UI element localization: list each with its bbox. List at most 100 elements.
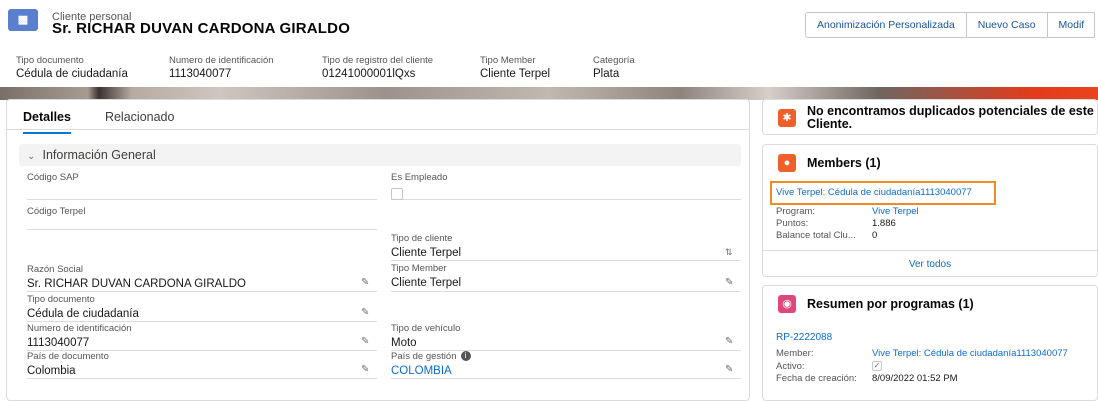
field-label: Razón Social <box>27 264 83 275</box>
field-label: Código Terpel <box>27 206 86 217</box>
programas-record-link[interactable]: RP-2222088 <box>776 332 832 343</box>
field-tipo-member: Tipo Member Cliente Terpel ✎ <box>391 263 741 292</box>
programas-row-member: Member: Vive Terpel: Cédula de ciudadanía… <box>776 348 1068 360</box>
pais-gestion-label: País de gestión <box>391 351 457 362</box>
pencil-edit-icon[interactable]: ✎ <box>361 365 371 375</box>
field-value: 1113040077 <box>27 337 90 349</box>
record-header: ▩ Cliente personal Sr. RICHAR DUVAN CARD… <box>0 0 1098 93</box>
kv-value: 0 <box>872 230 878 241</box>
duplicate-alert-icon: ✱ <box>778 109 796 127</box>
programas-icon: ◉ <box>778 295 796 313</box>
members-title: Members (1) <box>807 156 881 170</box>
pencil-edit-icon[interactable]: ✎ <box>361 278 371 288</box>
highlight-tipo-registro: Tipo de registro del cliente 01241000001… <box>322 55 480 81</box>
field-value: Cédula de ciudadanía <box>27 308 139 320</box>
field-label: Tipo de cliente <box>391 233 453 244</box>
field-codigo-sap: Código SAP <box>27 172 377 200</box>
highlight-value: 1113040077 <box>169 68 232 80</box>
field-numero-identificacion: Numero de identificación 1113040077 ✎ <box>27 323 377 351</box>
section-title: Información General <box>42 148 156 162</box>
field-value: Colombia <box>27 365 76 377</box>
kv-value: 8/09/2022 01:52 PM <box>872 373 958 384</box>
kv-key: Program: <box>776 206 816 217</box>
members-icon: ● <box>778 154 796 172</box>
field-razon-social: Razón Social Sr. RICHAR DUVAN CARDONA GI… <box>27 264 377 292</box>
kv-key: Activo: <box>776 361 805 372</box>
program-link[interactable]: Vive Terpel <box>872 206 919 217</box>
highlight-tipo-documento: Tipo documento Cédula de ciudadanía <box>16 55 169 81</box>
highlight-value: 01241000001lQxs <box>322 68 416 80</box>
field-value: Sr. RICHAR DUVAN CARDONA GIRALDO <box>27 278 246 290</box>
field-value: Moto <box>391 337 417 349</box>
info-icon[interactable]: i <box>460 351 471 362</box>
tab-relacionado[interactable]: Relacionado <box>105 110 175 134</box>
field-pais-documento: País de documento Colombia ✎ <box>27 351 377 379</box>
highlight-value: Cédula de ciudadanía <box>16 68 128 80</box>
section-header-informacion-general[interactable]: ⌄ Información General <box>19 144 741 166</box>
duplicates-card: ✱ No encontramos duplicados potenciales … <box>762 99 1098 135</box>
highlight-numero-identificacion: Numero de identificación 1113040077 <box>169 55 322 81</box>
details-card: Detalles Relacionado ⌄ Información Gener… <box>6 99 750 401</box>
members-row-balance: Balance total Clu... 0 <box>776 230 877 242</box>
programas-row-fecha: Fecha de creación: 8/09/2022 01:52 PM <box>776 373 958 385</box>
es-empleado-checkbox <box>391 188 403 200</box>
field-label: Tipo documento <box>27 294 95 305</box>
tab-detalles[interactable]: Detalles <box>23 110 71 134</box>
highlight-label: Categoría <box>593 55 635 66</box>
chevron-down-icon: ⌄ <box>27 151 36 162</box>
duplicates-message: No encontramos duplicados potenciales de… <box>807 104 1094 131</box>
pencil-edit-icon[interactable]: ✎ <box>725 278 735 288</box>
highlight-tipo-member: Tipo Member Cliente Terpel <box>480 55 593 81</box>
pencil-edit-icon[interactable]: ✎ <box>361 337 371 347</box>
kv-key: Puntos: <box>776 218 809 229</box>
programas-record: RP-2222088 <box>776 332 832 344</box>
record-title: Sr. RICHAR DUVAN CARDONA GIRALDO <box>52 20 351 37</box>
highlight-value: Plata <box>593 68 620 80</box>
highlight-label: Tipo documento <box>16 55 84 66</box>
field-label: Código SAP <box>27 172 79 183</box>
programas-title: Resumen por programas (1) <box>807 297 974 311</box>
field-value: Cliente Terpel <box>391 277 462 289</box>
programas-row-activo: Activo: ✓ <box>776 361 882 373</box>
pencil-edit-icon[interactable]: ✎ <box>725 365 735 375</box>
person-account-icon: ▩ <box>8 9 38 31</box>
kv-value: 1.886 <box>872 218 896 229</box>
field-tipo-documento: Tipo documento Cédula de ciudadanía ✎ <box>27 294 377 322</box>
activo-checkbox: ✓ <box>872 361 882 372</box>
action-buttons: Anonimización Personalizada Nuevo Caso M… <box>805 12 1095 38</box>
field-label: Tipo de vehículo <box>391 323 461 334</box>
members-record-link[interactable]: Vive Terpel: Cédula de ciudadanía1113040… <box>770 181 996 205</box>
modificar-button[interactable]: Modif <box>1046 12 1095 38</box>
tab-divider <box>7 129 749 130</box>
field-tipo-vehiculo: Tipo de vehículo Moto ✎ <box>391 323 741 351</box>
pais-gestion-link[interactable]: COLOMBIA <box>391 364 741 379</box>
field-label: País de documento <box>27 351 109 362</box>
field-label: Es Empleado <box>391 172 448 183</box>
highlight-value: Cliente Terpel <box>480 68 551 80</box>
pencil-edit-icon[interactable]: ✎ <box>361 308 371 318</box>
nuevo-caso-button[interactable]: Nuevo Caso <box>965 12 1048 38</box>
kv-key: Member: <box>776 348 814 359</box>
field-value: Cliente Terpel <box>391 247 462 259</box>
highlight-label: Tipo Member <box>480 55 536 66</box>
refresh-lock-icon: ⇅ <box>725 247 733 257</box>
kv-key: Fecha de creación: <box>776 373 857 384</box>
field-codigo-terpel: Código Terpel <box>27 206 377 230</box>
field-tipo-cliente: Tipo de cliente Cliente Terpel ⇅ <box>391 233 741 261</box>
highlight-label: Numero de identificación <box>169 55 274 66</box>
field-es-empleado: Es Empleado <box>391 172 741 200</box>
members-row-puntos: Puntos: 1.886 <box>776 218 896 230</box>
highlight-categoria: Categoría Plata <box>593 55 693 81</box>
field-label: Tipo Member <box>391 263 447 274</box>
ver-todos-link[interactable]: Ver todos <box>762 250 1098 277</box>
field-label: País de gestión i <box>391 351 741 363</box>
kv-key: Balance total Clu... <box>776 230 856 241</box>
pencil-edit-icon[interactable]: ✎ <box>725 337 735 347</box>
field-pais-gestion: País de gestión i COLOMBIA ✎ <box>391 351 741 379</box>
member-link[interactable]: Vive Terpel: Cédula de ciudadanía1113040… <box>872 348 1068 359</box>
highlight-label: Tipo de registro del cliente <box>322 55 434 66</box>
tab-bar: Detalles Relacionado <box>23 110 208 134</box>
anonimizacion-button[interactable]: Anonimización Personalizada <box>805 12 967 38</box>
field-label: Numero de identificación <box>27 323 132 334</box>
members-row-program: Program: Vive Terpel <box>776 206 919 218</box>
